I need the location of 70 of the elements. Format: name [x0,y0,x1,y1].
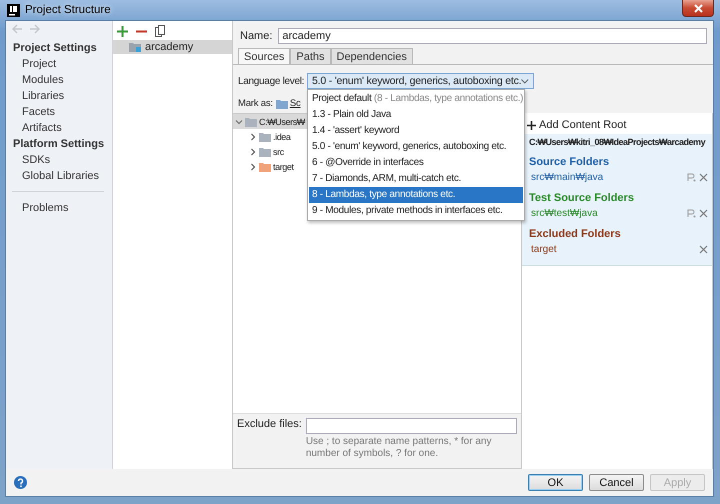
collapse-chevron-icon[interactable] [249,148,257,156]
field-label: Name: [240,30,272,42]
tab[interactable]: Paths [290,48,330,64]
window-title: Project Structure [25,4,111,16]
tab[interactable]: Dependencies [330,48,413,64]
tree-row[interactable]: C:₩Users₩ [233,114,307,129]
folder-path: src₩test₩java [530,208,599,219]
sidebar-item[interactable]: SDKs [6,152,112,168]
content-root-path: C:₩Users₩kitri_08₩IdeaProjects₩arcademy [529,136,706,146]
excluded-folder-icon [259,162,271,172]
collapse-chevron-icon[interactable] [249,132,257,140]
field-label: Mark as: [238,98,273,109]
folder-icon [245,116,257,126]
module-icon [129,42,142,52]
sidebar-item[interactable]: Artifacts [6,120,112,136]
folder-path: src₩main₩java [530,172,604,183]
dropdown-option[interactable]: 5.0 - 'enum' keyword, generics, autoboxing etc. [309,139,523,155]
add-icon[interactable] [117,26,128,36]
folder-group-title: Excluded Folders [529,227,622,242]
hint-text: Use ; to separate name patterns, * for any number of symbols, ? for one. [306,436,492,460]
folder-icon [276,98,288,108]
tree-row[interactable]: target [233,159,296,174]
copy-icon[interactable] [155,25,165,37]
section-header: Platform Settings [12,137,106,152]
close-icon[interactable] [699,173,708,182]
collapse-chevron-icon[interactable] [249,162,257,170]
sidebar-item[interactable]: Global Libraries [6,168,112,184]
sidebar-item[interactable]: Problems [6,200,112,216]
app-icon [7,4,20,16]
folder-path: target [530,244,558,255]
mark-sources-button[interactable]: Sc [276,98,301,109]
properties-icon[interactable] [687,209,696,218]
close-icon[interactable] [699,209,708,218]
dropdown-option[interactable]: 1.3 - Plain old Java [309,107,523,123]
dialog-button[interactable]: Cancel [589,474,644,491]
sidebar-item[interactable]: Facets [6,104,112,120]
module-item[interactable]: arcademy [113,40,232,54]
chevron-icon [521,78,529,84]
tab[interactable]: Sources [238,48,290,64]
sidebar-item[interactable]: Project [6,56,112,72]
tree-row[interactable]: src [233,144,286,159]
dropdown-option[interactable]: Project default (8 - Lambdas, type annotations etc.) [309,91,523,107]
dropdown-option[interactable]: 7 - Diamonds, ARM, multi-catch etc. [309,171,523,187]
folder-icon [259,146,271,156]
add-icon [527,120,536,130]
exclude-files-field[interactable] [306,418,517,434]
help-icon[interactable] [14,476,27,489]
properties-icon[interactable] [687,173,696,182]
folder-group-title: Source Folders [529,155,610,170]
close-icon [694,4,702,12]
dropdown-option[interactable]: 6 - @Override in interfaces [309,155,523,171]
dialog-button[interactable]: OK [528,474,583,491]
sidebar-item[interactable]: Modules [6,72,112,88]
option-note: (8 - Lambdas, type annotations etc.) [374,93,524,104]
dropdown-option[interactable]: 1.4 - 'assert' keyword [309,123,523,139]
field-label: Exclude files: [237,418,302,432]
dropdown-option[interactable]: 9 - Modules, private methods in interfaces etc. [309,203,523,219]
add-content-root-button[interactable]: Add Content Root [522,113,712,134]
name-field[interactable]: arcademy [278,28,707,44]
language-level-dropdown[interactable]: 5.0 - 'enum' keyword, generics, autoboxing etc. [307,73,534,89]
folder-group-title: Test Source Folders [529,191,635,206]
close-button[interactable] [682,0,714,17]
field-label: Language level: [238,76,303,86]
tree-row[interactable]: .idea [233,129,293,144]
sidebar-item[interactable]: Libraries [6,88,112,104]
folder-icon [259,132,271,142]
expand-chevron-icon[interactable] [235,118,243,126]
dropdown-option[interactable]: 8 - Lambdas, type annotations etc. [309,187,523,203]
close-icon[interactable] [699,245,708,254]
section-header: Project Settings [12,41,98,56]
